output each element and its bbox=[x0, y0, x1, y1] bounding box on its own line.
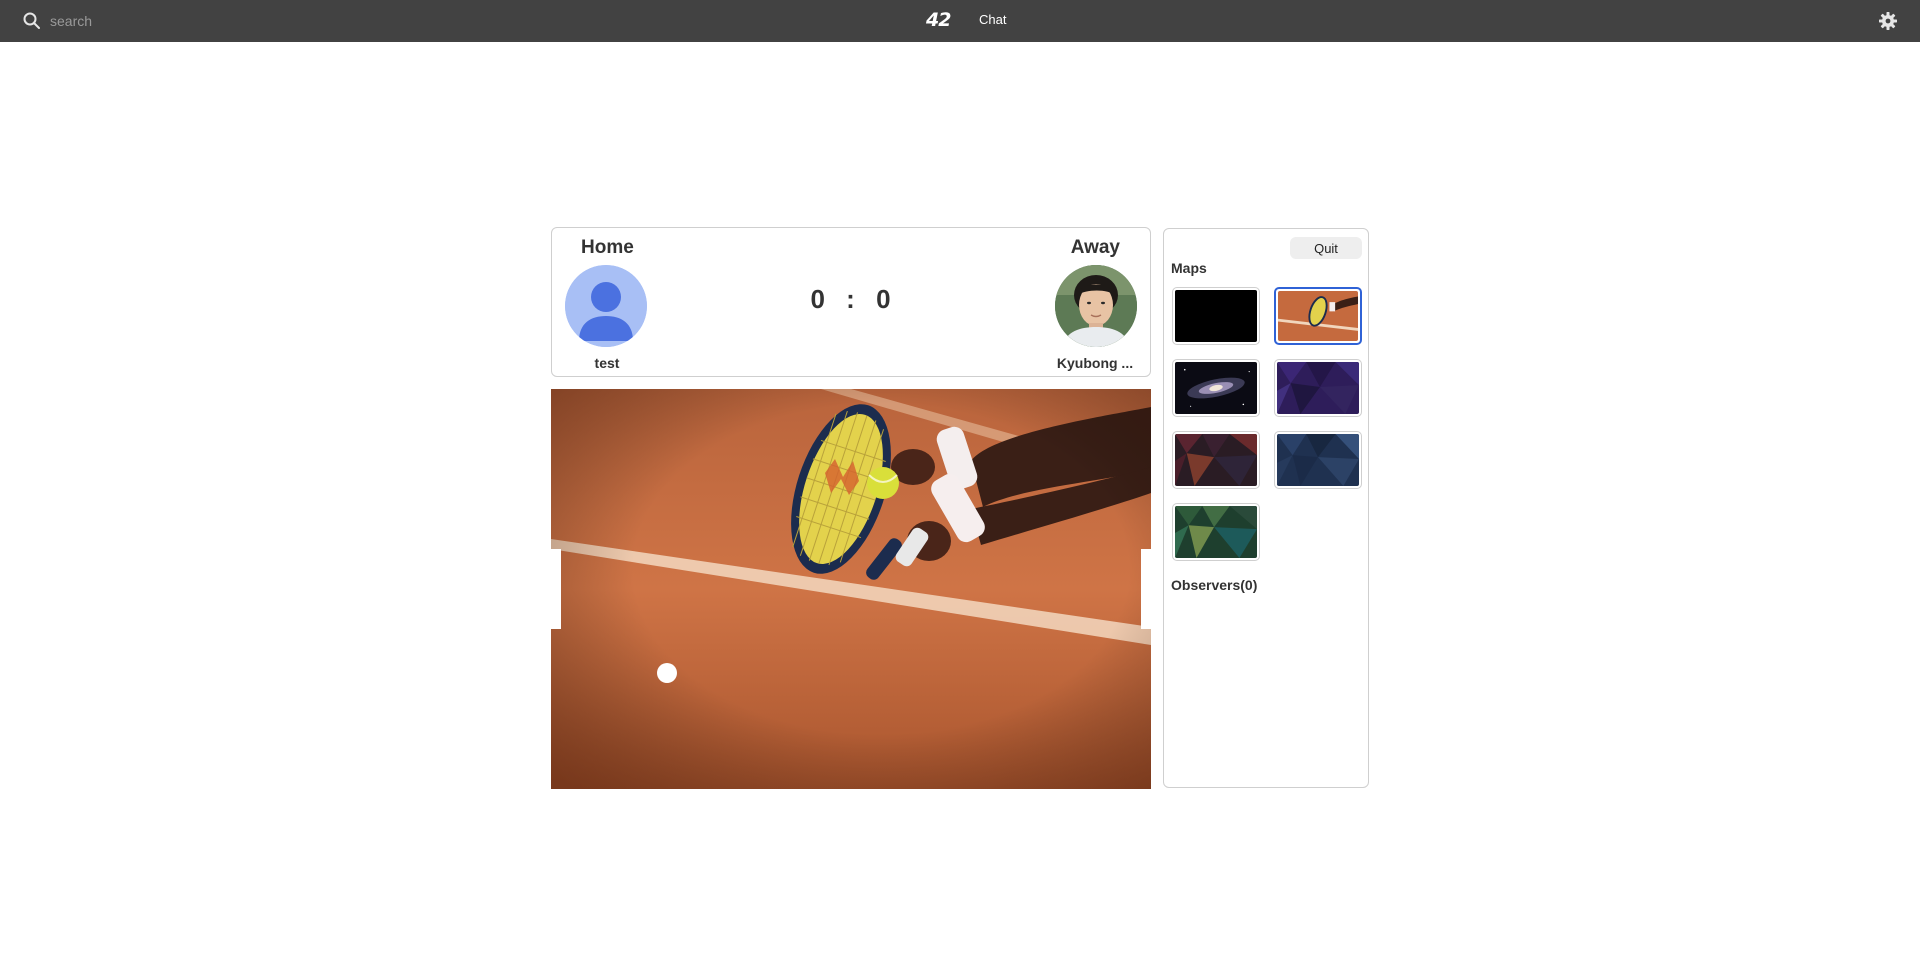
gear-icon[interactable] bbox=[1878, 11, 1898, 31]
map-option-green[interactable] bbox=[1172, 503, 1260, 561]
chat-nav-link[interactable]: Chat bbox=[979, 12, 1006, 27]
home-score: 0 bbox=[810, 284, 826, 314]
search-icon[interactable] bbox=[22, 11, 42, 31]
scoreboard: Home Away test Kyubong ... 0 : 0 bbox=[551, 227, 1151, 377]
maps-title: Maps bbox=[1171, 260, 1207, 276]
right-paddle bbox=[1141, 549, 1151, 629]
pong-game-canvas[interactable] bbox=[551, 389, 1151, 789]
map-option-black[interactable] bbox=[1172, 287, 1260, 345]
map-option-blue[interactable] bbox=[1274, 431, 1362, 489]
home-player-name: test bbox=[594, 355, 620, 371]
logo-42[interactable]: 42 bbox=[926, 9, 951, 31]
pong-ball bbox=[657, 663, 677, 683]
map-option-purple[interactable] bbox=[1274, 359, 1362, 417]
observers-title: Observers(0) bbox=[1171, 577, 1258, 593]
tennis-court-background bbox=[551, 389, 1151, 789]
game-side-panel: Quit Maps Observers(0) bbox=[1163, 228, 1369, 788]
score-separator: : bbox=[846, 284, 856, 314]
away-score: 0 bbox=[876, 284, 892, 314]
away-player-name: Kyubong ... bbox=[1056, 355, 1134, 371]
home-label: Home bbox=[581, 237, 634, 258]
map-option-galaxy[interactable] bbox=[1172, 359, 1260, 417]
search-input[interactable] bbox=[50, 10, 310, 32]
score-display: 0 : 0 bbox=[552, 284, 1150, 315]
map-option-tennis[interactable] bbox=[1274, 287, 1362, 345]
left-paddle bbox=[551, 549, 561, 629]
away-label: Away bbox=[1070, 237, 1120, 258]
search-box[interactable] bbox=[22, 10, 310, 32]
map-option-crimson[interactable] bbox=[1172, 431, 1260, 489]
quit-button[interactable]: Quit bbox=[1290, 237, 1362, 259]
top-navigation-bar: 42 Chat bbox=[0, 0, 1920, 42]
